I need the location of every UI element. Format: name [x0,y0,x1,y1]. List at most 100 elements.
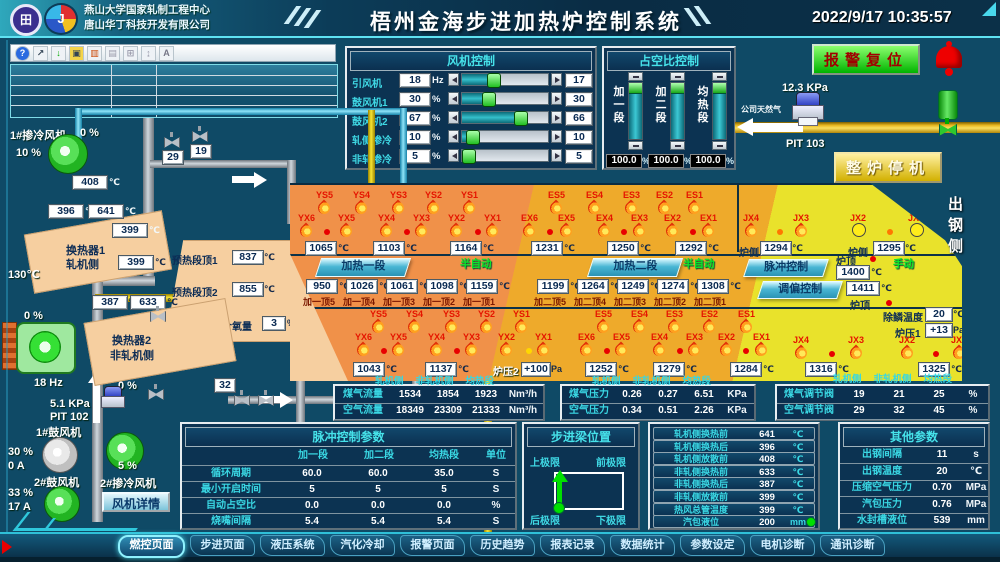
nav-tab-步进页面[interactable]: 步进页面 [190,535,255,556]
gas-flow-arrow-icon [737,118,753,136]
nav-tab-数据统计[interactable]: 数据统计 [610,535,675,556]
duty-value: 100.0 [690,154,726,168]
pilot-dot-icon [324,229,330,235]
pilot-dot-icon [887,229,893,235]
slider-thumb[interactable] [466,130,480,145]
fan-slider[interactable] [461,130,549,143]
duty-slider[interactable] [628,82,643,140]
furnace-stop-button[interactable]: 整炉停机 [834,152,942,183]
download-icon[interactable]: ↓ [51,46,66,61]
pilot-dot-icon [621,229,627,235]
slider-left-arrow-button[interactable] [448,130,459,143]
fan-row-value: 30 [399,92,431,107]
slider-right-arrow-button[interactable] [551,73,562,86]
duty-slider-thumb[interactable] [713,83,726,94]
slider-right-arrow-button[interactable] [551,149,562,162]
heater-top-label: 加一顶5 [303,295,335,308]
duty-slider-thumb[interactable] [629,83,642,94]
slider-right-arrow-button[interactable] [551,130,562,143]
zone-header: 轧机侧非轧机侧均热段 [375,373,494,387]
slider-left-arrow-button[interactable] [448,149,459,162]
send-icon[interactable]: ↗ [33,46,48,61]
grid-divider [11,105,337,106]
zone-temp-value: 1199 [537,279,569,294]
university-logo: 田 [10,4,42,36]
window-icon[interactable]: ⊞ [123,46,138,61]
slider-left-arrow-button[interactable] [448,73,459,86]
nav-tab-历史趋势[interactable]: 历史趋势 [470,535,535,556]
duty-slider[interactable] [670,82,685,140]
burner-flame-icon [372,319,385,335]
oxygen-value: 3 [262,316,286,331]
nav-tab-报表记录[interactable]: 报表记录 [540,535,605,556]
alarm-reset-button[interactable]: 报警复位 [812,44,920,75]
burner-label: ES3 [623,190,640,200]
report-icon[interactable]: ▤ [105,46,120,61]
cell-unit: MPa [962,481,990,495]
row-label: 热风总管温度 [656,505,746,516]
duty-down-button[interactable] [712,141,727,150]
lock-icon[interactable]: A [159,46,174,61]
duty-cycle-columns: 加 一 段100.0%加 二 段100.0%均 热 段100.0% [604,70,734,168]
preheat1-value: 837 [232,250,264,265]
row-label: 水封槽液位 [842,514,922,528]
nav-tab-电机诊断[interactable]: 电机诊断 [750,535,815,556]
burner-label: YX4 [378,213,395,223]
burner-label: YS1 [461,190,478,200]
burner-label: YS4 [406,309,423,319]
duty-value: 100.0 [648,154,684,168]
left-edge-line [6,40,8,532]
fan-slider[interactable] [461,73,549,86]
soak-mode: 手动 [893,256,914,271]
burner-flame-icon [430,342,443,358]
table-row: 空气压力0.340.512.26KPa [562,403,754,420]
other-param-row: 汽包压力0.76MPa [840,497,988,514]
nav-tab-液压系统[interactable]: 液压系统 [260,535,325,556]
nav-tab-通讯诊断[interactable]: 通讯诊断 [820,535,885,556]
folder-icon[interactable]: ▣ [69,46,84,61]
burner-flame-icon [380,223,393,239]
slider-thumb[interactable] [462,149,476,164]
pulse-control-button[interactable]: 脉冲控制 [743,259,829,277]
pilot-dot-icon [743,348,749,354]
duty-up-button[interactable] [628,72,643,81]
nav-tab-燃控页面[interactable]: 燃控页面 [118,535,185,558]
duty-down-button[interactable] [628,141,643,150]
burner-label: ES2 [701,309,718,319]
burner-label: YX6 [355,332,372,342]
pin-icon[interactable]: ↨ [141,46,156,61]
degree-unit: ℃ [905,243,916,254]
org-name-line1: 燕山大学国家轧制工程中心 [84,3,210,17]
cell-unit: ℃ [788,429,808,440]
duty-up-button[interactable] [712,72,727,81]
slider-left-arrow-button[interactable] [448,92,459,105]
fan-slider[interactable] [461,149,549,162]
nav-tab-报警页面[interactable]: 报警页面 [400,535,465,556]
slider-thumb[interactable] [487,73,501,88]
slider-thumb[interactable] [514,111,528,126]
fan-slider[interactable] [461,111,549,124]
duty-slider[interactable] [712,82,727,140]
cell-value: 20 [924,465,960,479]
nav-tab-汽化冷却[interactable]: 汽化冷却 [330,535,395,556]
cell-value: 1854 [431,388,465,402]
duty-down-button[interactable] [670,141,685,150]
fan-slider[interactable] [461,92,549,105]
slider-right-arrow-button[interactable] [551,111,562,124]
chart-icon[interactable]: ▥ [87,46,102,61]
bias-control-button[interactable]: 调偏控制 [757,281,843,299]
other-param-row: 压缩空气压力0.70MPa [840,480,988,497]
slider-left-arrow-button[interactable] [448,111,459,124]
slider-right-arrow-button[interactable] [551,92,562,105]
nav-tab-参数设定[interactable]: 参数设定 [680,535,745,556]
alarm-bell-icon [936,46,962,68]
preheat2-value: 855 [232,282,264,297]
duty-slider-thumb[interactable] [671,83,684,94]
pulse-header-cell: 加二段 [348,449,410,463]
fan-detail-button[interactable]: 风机详情 [102,492,170,512]
slider-thumb[interactable] [482,92,496,107]
row-label: 非轧侧放散前 [656,492,746,503]
help-icon[interactable]: ? [15,46,30,61]
duty-up-button[interactable] [670,72,685,81]
burner-flame-icon [355,200,368,216]
